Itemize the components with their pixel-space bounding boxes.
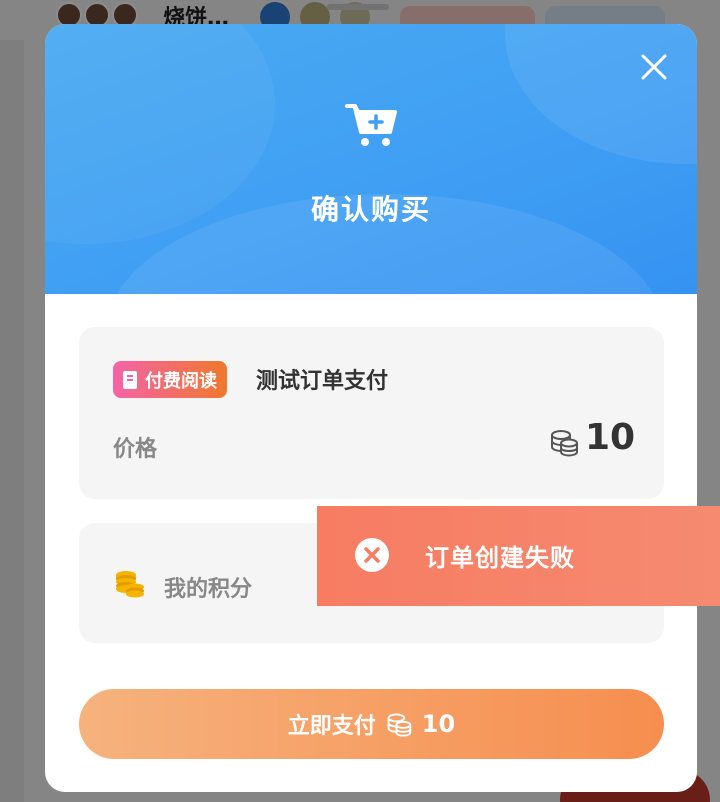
error-toast: 订单创建失败: [317, 506, 720, 606]
tag-label: 付费阅读: [145, 370, 217, 392]
coins-stack-icon: [386, 711, 412, 737]
price-label: 价格: [113, 437, 158, 462]
price-value: 10: [585, 417, 636, 458]
points-label: 我的积分: [164, 577, 253, 602]
toast-message: 订单创建失败: [425, 544, 575, 572]
header-decoration: [505, 24, 697, 164]
book-icon: [121, 370, 139, 390]
modal-title: 确认购买: [310, 193, 431, 226]
product-name: 测试订单支付: [256, 369, 389, 394]
modal-header: 确认购买: [45, 24, 697, 294]
product-card: 付费阅读 测试订单支付 价格 10: [79, 327, 664, 499]
pay-button-label: 立即支付: [287, 714, 376, 739]
purchase-confirm-modal: 确认购买 付费阅读 测试订单支付 价格 10 我的积分 立即支付 10: [45, 24, 697, 792]
pay-now-button[interactable]: 立即支付 10: [79, 689, 664, 759]
cart-plus-icon: [345, 102, 399, 148]
coins-stack-icon: [549, 427, 579, 457]
error-x-icon: [354, 537, 390, 573]
paid-reading-tag: 付费阅读: [113, 361, 227, 398]
pay-button-value: 10: [421, 710, 456, 738]
close-icon[interactable]: [639, 52, 669, 82]
gold-coins-icon: [113, 567, 147, 601]
